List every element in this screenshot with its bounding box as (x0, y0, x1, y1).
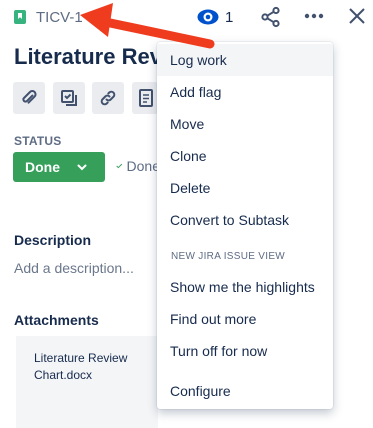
link-icon (100, 90, 116, 106)
status-label: STATUS (14, 134, 62, 148)
menu-item-show-highlights[interactable]: Show me the highlights (157, 271, 333, 303)
watch-button[interactable]: 1 (197, 6, 233, 28)
resolution-indicator: Done (116, 158, 160, 174)
attach-icon (22, 90, 37, 104)
status-dropdown-button[interactable]: Done (13, 152, 105, 182)
issue-key-link[interactable]: TICV-1 (14, 6, 83, 28)
menu-item-move[interactable]: Move (157, 108, 333, 140)
menu-item-configure[interactable]: Configure (157, 375, 333, 407)
add-page-button[interactable] (132, 82, 158, 114)
subtask-icon (61, 90, 77, 106)
attach-button[interactable] (13, 82, 45, 114)
page-icon (139, 89, 153, 107)
watch-count: 1 (225, 8, 234, 26)
more-icon (304, 13, 324, 19)
menu-item-turn-off[interactable]: Turn off for now (157, 335, 333, 367)
menu-item-convert-to-subtask[interactable]: Convert to Subtask (157, 204, 333, 236)
issue-key: TICV-1 (36, 8, 83, 26)
share-icon (261, 6, 280, 28)
menu-section-label: NEW JIRA ISSUE VIEW (171, 251, 286, 262)
resolution-text: Done (126, 158, 160, 174)
menu-item-add-flag[interactable]: Add flag (157, 76, 333, 108)
description-heading: Description (14, 232, 92, 248)
menu-item-delete[interactable]: Delete (157, 172, 333, 204)
chevron-down-icon (77, 164, 87, 171)
issue-title[interactable]: Literature Review Chart (14, 44, 159, 70)
check-icon (116, 163, 123, 169)
status-value: Done (25, 159, 60, 175)
eye-icon (197, 9, 219, 25)
menu-item-clone[interactable]: Clone (157, 140, 333, 172)
create-subtask-button[interactable] (53, 82, 85, 114)
share-button[interactable] (260, 6, 282, 28)
more-actions-menu: Log work Add flag Move Clone Delete Conv… (157, 42, 333, 409)
menu-item-log-work[interactable]: Log work (157, 44, 333, 76)
close-icon (349, 8, 365, 24)
menu-item-find-out-more[interactable]: Find out more (157, 303, 333, 335)
attachment-filename: Literature Review Chart.docx (34, 351, 128, 382)
close-button[interactable] (347, 6, 367, 26)
description-field[interactable]: Add a description... (14, 260, 157, 276)
more-actions-button[interactable] (303, 5, 325, 27)
attachments-heading: Attachments (14, 312, 99, 328)
story-icon (14, 10, 26, 24)
link-issue-button[interactable] (92, 82, 124, 114)
